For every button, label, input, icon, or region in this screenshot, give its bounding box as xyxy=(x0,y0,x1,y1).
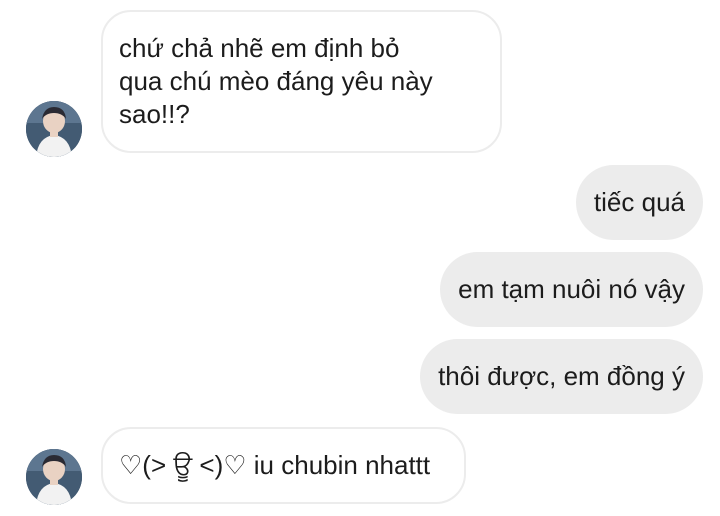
message-outgoing-1[interactable]: tiếc quá xyxy=(575,165,703,240)
message-incoming-1[interactable]: chứ chả nhẽ em định bỏ qua chú mèo đáng … xyxy=(101,10,502,153)
message-outgoing-3[interactable]: thôi được, em đồng ý xyxy=(420,339,703,414)
contact-avatar[interactable] xyxy=(26,101,82,157)
avatar-photo xyxy=(26,101,82,157)
avatar-photo xyxy=(26,449,82,505)
message-incoming-2[interactable]: ♡(> ਊ <)♡ iu chubin nhattt xyxy=(101,427,466,504)
message-outgoing-2[interactable]: em tạm nuôi nó vậy xyxy=(440,252,703,327)
contact-avatar[interactable] xyxy=(26,449,82,505)
